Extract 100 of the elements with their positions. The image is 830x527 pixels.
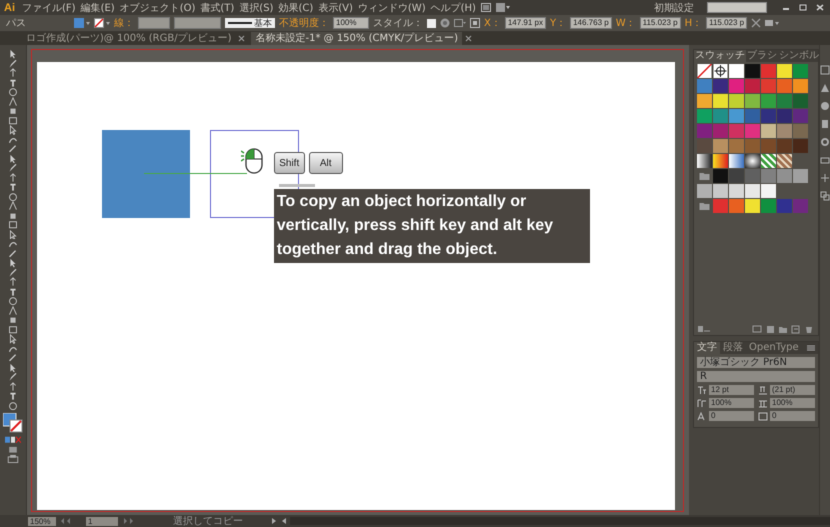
color-swatch[interactable]: [729, 169, 744, 183]
color-swatch[interactable]: [761, 184, 776, 198]
color-swatch[interactable]: [713, 109, 728, 123]
tool-icon[interactable]: [6, 201, 19, 210]
zoom-field[interactable]: 150%: [28, 516, 56, 526]
pattern-swatch[interactable]: [777, 154, 792, 168]
color-swatch[interactable]: [793, 64, 808, 78]
color-swatch[interactable]: [777, 94, 792, 108]
tool-icon[interactable]: [6, 400, 19, 410]
document-tab[interactable]: ロゴ作成(パーツ)@ 100% (RGB/プレビュー): [22, 32, 236, 45]
gradient-swatch[interactable]: [713, 154, 728, 168]
tool-icon[interactable]: [6, 116, 19, 125]
value-field[interactable]: 0: [770, 411, 815, 421]
panel-tab[interactable]: シンボル: [778, 50, 820, 62]
menu-item[interactable]: 表示(V): [318, 0, 353, 14]
color-swatch[interactable]: [745, 64, 760, 78]
value-field[interactable]: (21 pt): [770, 385, 815, 395]
tool-icon[interactable]: [6, 144, 19, 154]
library-icon[interactable]: [698, 325, 710, 333]
reference-point-icon[interactable]: [470, 18, 480, 28]
tool-icon[interactable]: [6, 87, 19, 96]
stroke-swatch-icon[interactable]: [94, 18, 110, 28]
draw-mode-icon[interactable]: [6, 444, 19, 454]
color-swatch[interactable]: [729, 184, 744, 198]
color-swatch[interactable]: [777, 109, 792, 123]
close-icon[interactable]: [814, 3, 826, 12]
color-swatch[interactable]: [777, 79, 792, 93]
color-swatch[interactable]: [745, 139, 760, 153]
color-swatch[interactable]: [697, 184, 712, 198]
value-field[interactable]: 12 pt: [709, 385, 754, 395]
panel-tab[interactable]: スウォッチ: [694, 50, 746, 62]
color-swatch[interactable]: [713, 184, 728, 198]
panel-tab[interactable]: 段落: [720, 342, 746, 354]
color-swatch[interactable]: [713, 139, 728, 153]
opacity-field[interactable]: 100%: [333, 17, 369, 29]
color-swatch[interactable]: [729, 199, 744, 213]
color-swatch[interactable]: [713, 169, 728, 183]
tool-icon[interactable]: [6, 192, 19, 201]
coordinate-field[interactable]: 146.763 p: [570, 17, 612, 29]
menu-item[interactable]: ファイル(F): [22, 0, 76, 14]
color-swatch[interactable]: [761, 169, 776, 183]
color-swatch[interactable]: [729, 64, 744, 78]
swatch-options-icon[interactable]: [752, 324, 762, 334]
color-swatch[interactable]: [745, 94, 760, 108]
delete-icon[interactable]: [804, 324, 814, 334]
none-swatch-icon[interactable]: [697, 64, 712, 78]
tool-icon[interactable]: [6, 163, 19, 172]
panel-tab[interactable]: 文字: [694, 342, 720, 354]
value-field[interactable]: 100%: [709, 398, 754, 408]
font-family-field[interactable]: 小塚ゴシック Pr6N: [697, 357, 815, 368]
color-swatch[interactable]: [713, 79, 728, 93]
color-swatch[interactable]: [761, 109, 776, 123]
color-swatch[interactable]: [713, 124, 728, 138]
stroke-weight-field[interactable]: [138, 17, 170, 29]
color-swatch[interactable]: [745, 79, 760, 93]
tool-icon[interactable]: [6, 306, 19, 315]
align-icon[interactable]: [454, 18, 466, 28]
new-group-icon[interactable]: [778, 324, 788, 334]
color-swatch[interactable]: [793, 79, 808, 93]
color-swatch[interactable]: [793, 94, 808, 108]
color-swatch[interactable]: [745, 124, 760, 138]
color-swatch[interactable]: [729, 139, 744, 153]
color-swatch[interactable]: [697, 124, 712, 138]
color-swatch[interactable]: [713, 94, 728, 108]
transform-icon[interactable]: [751, 18, 762, 28]
color-swatch[interactable]: [777, 169, 792, 183]
pattern-swatch[interactable]: [761, 154, 776, 168]
isolate-icon[interactable]: [765, 18, 780, 28]
gradient-swatch[interactable]: [745, 154, 760, 168]
color-swatch[interactable]: [761, 199, 776, 213]
color-swatch[interactable]: [793, 169, 808, 183]
close-tab-icon[interactable]: [238, 35, 246, 42]
color-swatch[interactable]: [761, 64, 776, 78]
color-mode-icon[interactable]: [4, 435, 21, 444]
fill-stroke-icon[interactable]: [2, 413, 23, 433]
new-color-icon[interactable]: [791, 324, 801, 334]
tool-icon[interactable]: [6, 372, 19, 382]
menu-item[interactable]: オブジェクト(O): [120, 0, 196, 14]
menu-item[interactable]: 選択(S): [239, 0, 274, 14]
color-swatch[interactable]: [777, 199, 792, 213]
color-swatch[interactable]: [697, 79, 712, 93]
panel-tab[interactable]: ブラシ: [746, 50, 778, 62]
coordinate-field[interactable]: 115.023 p: [640, 17, 681, 29]
color-swatch[interactable]: [793, 199, 808, 213]
maximize-icon[interactable]: [797, 3, 809, 12]
style-swatch-icon[interactable]: [427, 18, 436, 28]
color-swatch[interactable]: [697, 139, 712, 153]
panel-icon[interactable]: [820, 173, 830, 183]
color-swatch[interactable]: [793, 139, 808, 153]
font-style-field[interactable]: R: [697, 371, 815, 382]
tool-icon[interactable]: [6, 324, 19, 334]
color-swatch[interactable]: [745, 169, 760, 183]
menu-item[interactable]: 書式(T): [200, 0, 234, 14]
color-swatch[interactable]: [713, 199, 728, 213]
fill-swatch-icon[interactable]: [74, 18, 90, 28]
registration-swatch-icon[interactable]: [713, 64, 728, 78]
menu-item[interactable]: ウィンドウ(W): [358, 0, 426, 14]
artboard-field[interactable]: 1: [86, 516, 118, 526]
color-swatch[interactable]: [761, 124, 776, 138]
tool-icon[interactable]: [6, 239, 19, 248]
